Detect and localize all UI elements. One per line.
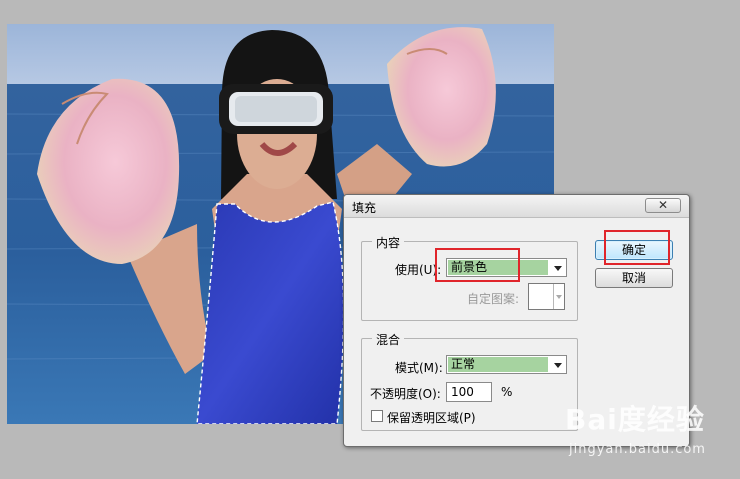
- custom-pattern-picker: [528, 283, 565, 310]
- opacity-input[interactable]: 100: [446, 382, 492, 402]
- opacity-label: 不透明度(O):: [370, 387, 441, 401]
- opacity-unit: %: [501, 385, 513, 399]
- preserve-transparency-label: 保留透明区域(P): [387, 411, 476, 425]
- chevron-down-icon: [556, 295, 562, 299]
- use-select-value: 前景色: [448, 260, 548, 275]
- mode-label: 模式(M):: [395, 361, 443, 375]
- watermark-brand: Bai度经验: [565, 403, 705, 436]
- chevron-down-icon: [554, 363, 562, 368]
- blend-group-label: 混合: [372, 331, 405, 348]
- pattern-picker-divider: [553, 284, 554, 309]
- ok-button[interactable]: 确定: [595, 240, 673, 260]
- cancel-button[interactable]: 取消: [595, 268, 673, 288]
- baidu-watermark: Bai度经验 jingyan.baidu.com: [565, 398, 705, 457]
- use-select[interactable]: 前景色: [446, 258, 567, 277]
- custom-pattern-label: 自定图案:: [467, 292, 520, 306]
- close-icon: ✕: [657, 198, 669, 212]
- dialog-title: 填充: [352, 201, 377, 215]
- chevron-down-icon: [554, 266, 562, 271]
- content-group-label: 内容: [372, 234, 405, 251]
- use-label: 使用(U):: [395, 263, 442, 277]
- watermark-url: jingyan.baidu.com: [569, 442, 706, 457]
- preserve-transparency-checkbox[interactable]: [371, 410, 383, 422]
- mode-select[interactable]: 正常: [446, 355, 567, 374]
- dialog-titlebar[interactable]: 填充 ✕: [344, 195, 689, 218]
- close-button[interactable]: ✕: [645, 198, 681, 213]
- mode-select-value: 正常: [448, 357, 548, 372]
